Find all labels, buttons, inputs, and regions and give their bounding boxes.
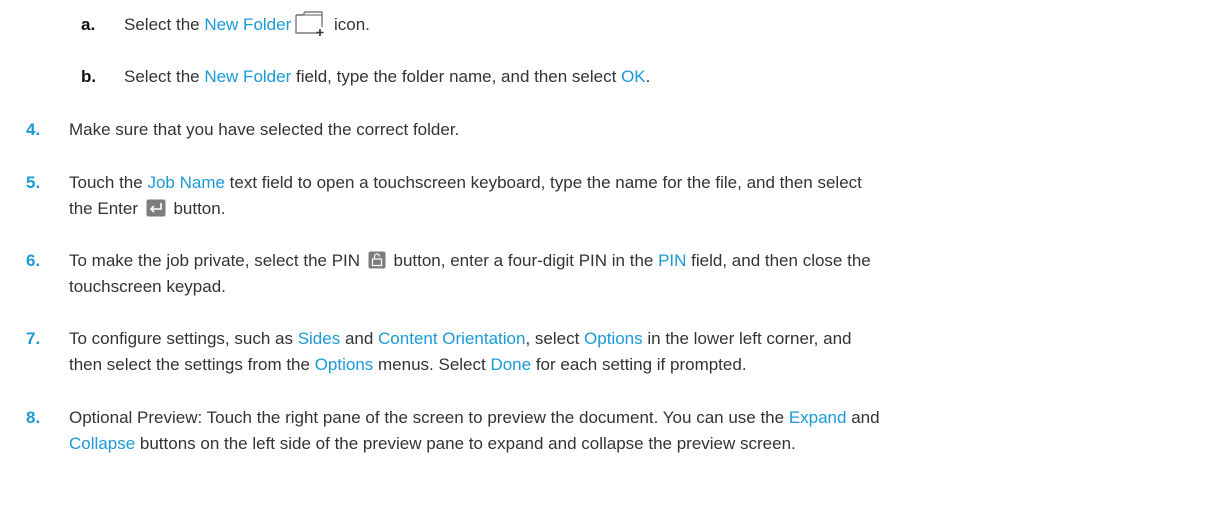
pin-lock-icon — [368, 251, 386, 269]
step-number: 8. — [26, 408, 41, 427]
ok-link[interactable]: OK — [621, 67, 646, 86]
document-page: a. Select the New Folder icon. b. Select… — [0, 0, 1218, 511]
step-text: To make the job private, select the PIN … — [69, 251, 871, 296]
step-number: 6. — [26, 251, 41, 270]
options-link[interactable]: Options — [584, 329, 643, 348]
job-name-link[interactable]: Job Name — [147, 173, 224, 192]
new-folder-link[interactable]: New Folder — [204, 15, 291, 34]
substep-text: Select the New Folder icon. — [124, 10, 370, 39]
options-menu-link[interactable]: Options — [315, 355, 374, 374]
step-text: To configure settings, such as Sides and… — [69, 329, 852, 374]
sides-link[interactable]: Sides — [298, 329, 341, 348]
step-number: 7. — [26, 329, 41, 348]
substep-text: Select the New Folder field, type the fo… — [124, 67, 651, 86]
step-text: Touch the Job Name text field to open a … — [69, 173, 862, 218]
new-folder-field-link[interactable]: New Folder — [204, 67, 291, 86]
substep-number: b. — [81, 67, 97, 86]
expand-link[interactable]: Expand — [789, 408, 847, 427]
step-number: 4. — [26, 120, 41, 139]
collapse-link[interactable]: Collapse — [69, 434, 135, 453]
step-text: Make sure that you have selected the cor… — [69, 120, 460, 139]
enter-icon — [146, 199, 166, 217]
step-number: 5. — [26, 173, 41, 192]
done-link[interactable]: Done — [490, 355, 531, 374]
new-folder-icon — [294, 10, 326, 36]
pin-field-link[interactable]: PIN — [658, 251, 686, 270]
substep-number: a. — [81, 15, 96, 34]
content-orientation-link[interactable]: Content Orientation — [378, 329, 525, 348]
step-text: Optional Preview: Touch the right pane o… — [69, 408, 880, 453]
